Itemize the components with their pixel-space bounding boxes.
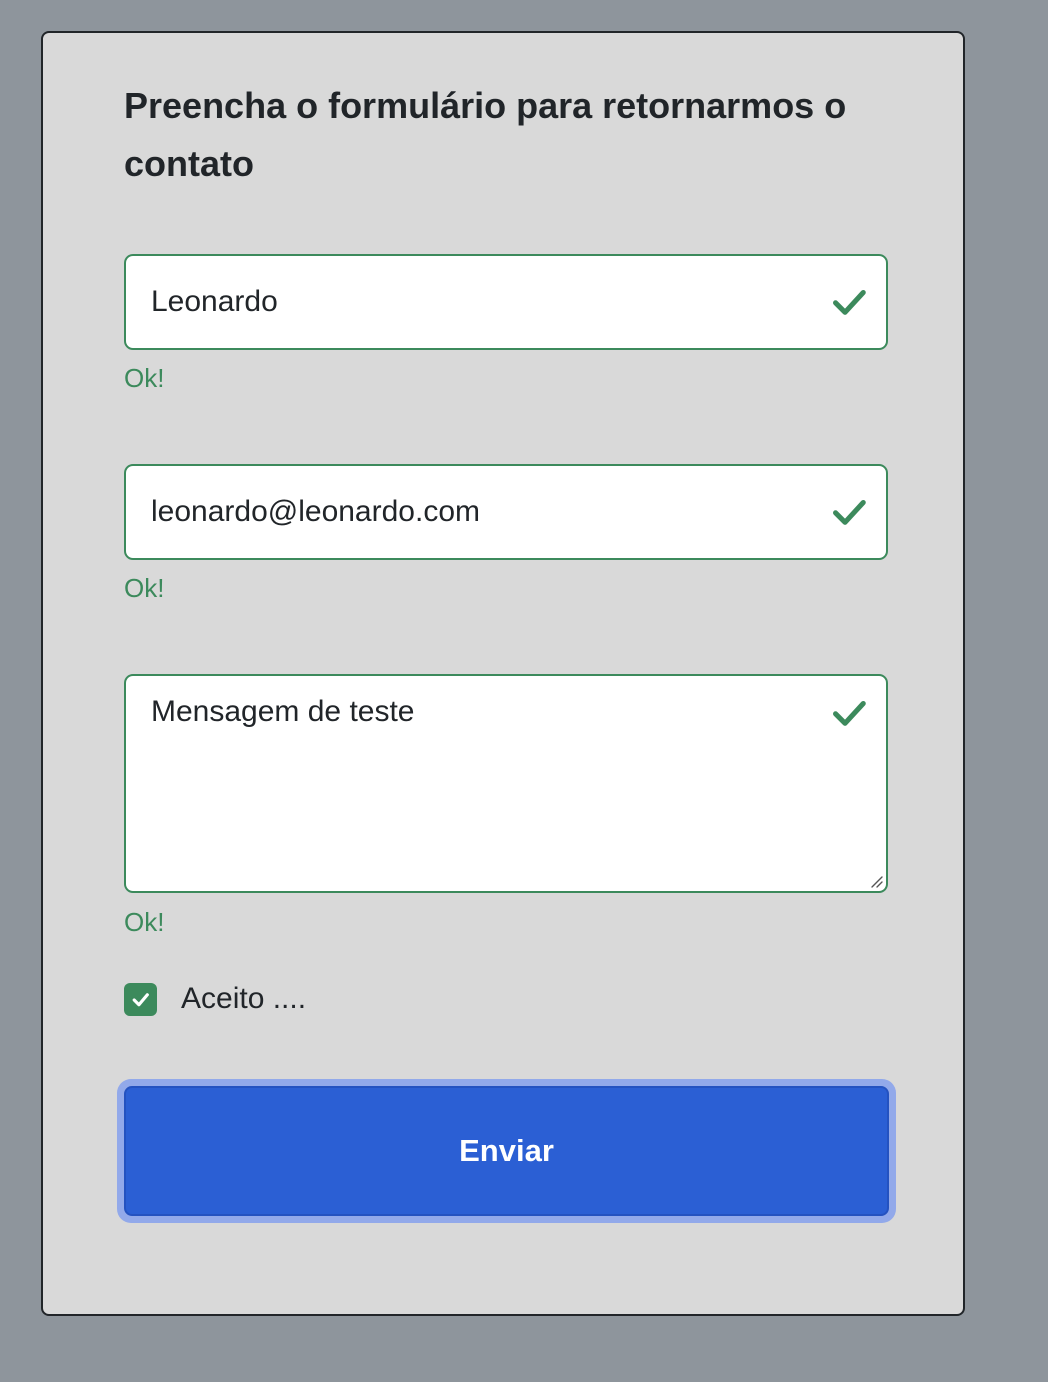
name-valid-feedback: Ok!: [124, 363, 165, 393]
contact-form-card: Preencha o formulário para retornarmos o…: [41, 31, 965, 1316]
message-textarea-value: Mensagem de teste: [151, 695, 415, 728]
message-textarea[interactable]: Mensagem de teste: [124, 674, 888, 893]
email-valid-feedback: Ok!: [124, 573, 165, 603]
check-icon: [833, 499, 866, 525]
form-title: Preencha o formulário para retornarmos o…: [124, 85, 847, 184]
check-icon: [833, 700, 866, 726]
accept-checkbox[interactable]: [124, 983, 157, 1016]
name-input-value: Leonardo: [151, 285, 278, 318]
resize-handle-icon[interactable]: [868, 873, 884, 889]
message-valid-feedback: Ok!: [124, 907, 165, 937]
email-input[interactable]: leonardo@leonardo.com: [124, 464, 888, 560]
accept-checkbox-label[interactable]: Aceito ....: [181, 981, 306, 1017]
check-icon: [833, 289, 866, 315]
submit-button[interactable]: Enviar: [124, 1086, 889, 1216]
name-input[interactable]: Leonardo: [124, 254, 888, 350]
checkmark-icon: [132, 993, 149, 1007]
email-input-value: leonardo@leonardo.com: [151, 495, 480, 528]
